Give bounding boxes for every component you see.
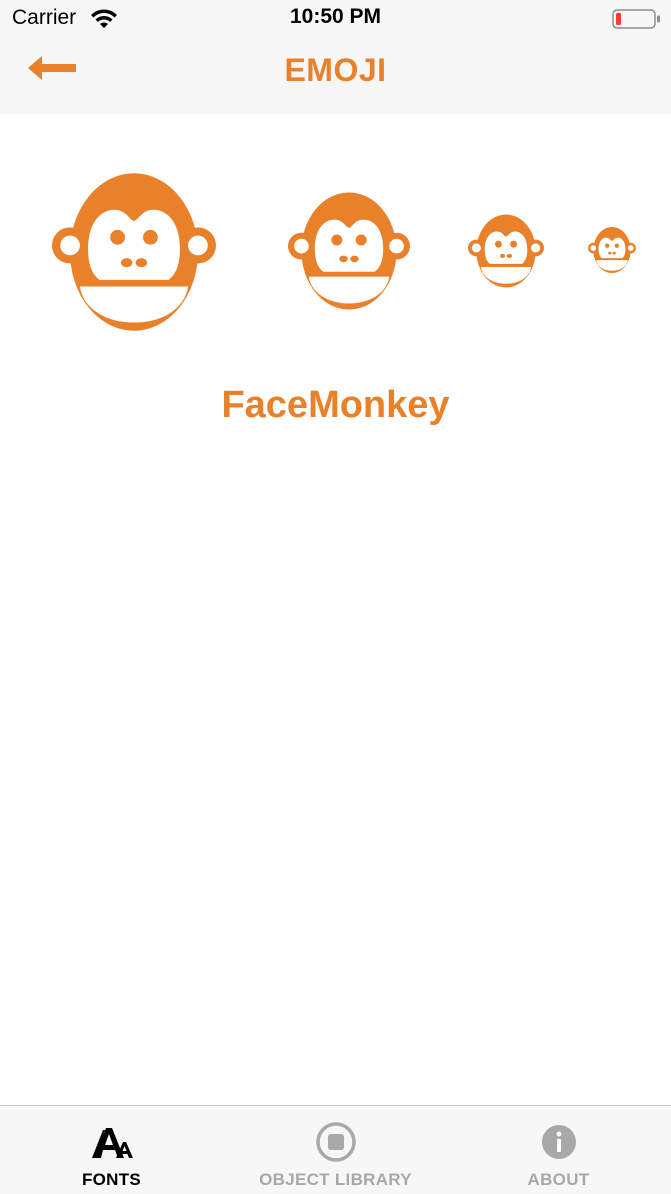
monkey-face-icon bbox=[588, 226, 636, 274]
emoji-preview-row bbox=[0, 114, 671, 354]
battery-low-icon bbox=[612, 9, 660, 29]
page-title: EMOJI bbox=[284, 52, 387, 88]
app-screen: Carrier 10:50 PM EMOJI FaceMonkey FONTS … bbox=[0, 0, 671, 1194]
navigation-bar: EMOJI bbox=[0, 38, 671, 114]
monkey-face-icon bbox=[52, 173, 216, 331]
info-icon bbox=[541, 1125, 576, 1159]
tab-object-library[interactable]: OBJECT LIBRARY bbox=[224, 1106, 447, 1194]
tab-about-label: ABOUT bbox=[527, 1170, 590, 1189]
tab-about[interactable]: ABOUT bbox=[447, 1106, 670, 1194]
tab-fonts[interactable]: FONTS bbox=[0, 1106, 223, 1194]
tab-fonts-label: FONTS bbox=[81, 1170, 142, 1189]
status-bar: Carrier 10:50 PM bbox=[0, 0, 671, 38]
tab-bar: FONTS OBJECT LIBRARY ABOUT bbox=[0, 1105, 671, 1194]
clock: 10:50 PM bbox=[289, 5, 382, 28]
tab-object-library-label: OBJECT LIBRARY bbox=[259, 1170, 412, 1189]
stop-circle-icon bbox=[315, 1122, 356, 1162]
fonts-icon bbox=[91, 1128, 133, 1158]
monkey-face-icon bbox=[288, 192, 410, 310]
monkey-face-icon bbox=[468, 214, 544, 288]
font-name-label: FaceMonkey bbox=[221, 384, 450, 426]
